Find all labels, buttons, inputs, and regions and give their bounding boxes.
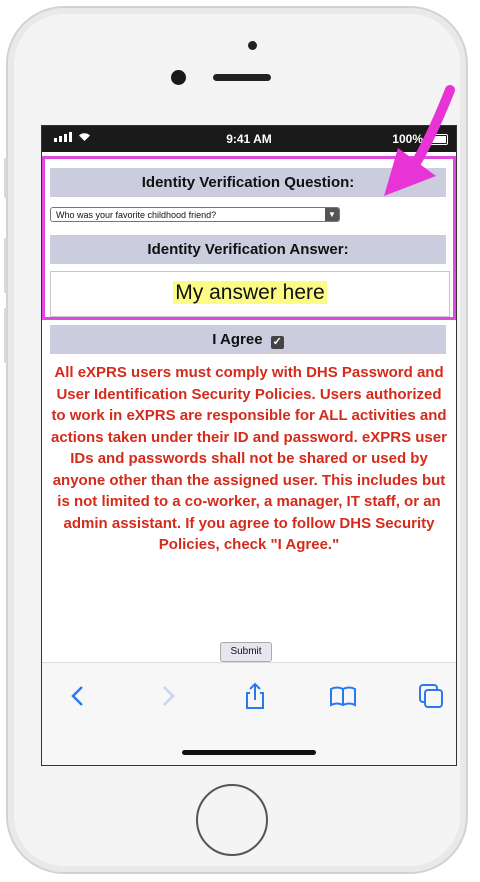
policy-text: All eXPRS users must comply with DHS Pas…: [51, 364, 447, 553]
side-button: [4, 308, 7, 363]
status-right: 100%: [392, 132, 448, 146]
battery-icon: [426, 133, 448, 145]
home-button[interactable]: [196, 784, 268, 856]
phone-screen: 9:41 AM 100% Identity Verification Quest…: [41, 125, 457, 766]
submit-button[interactable]: Submit: [220, 642, 272, 662]
share-icon[interactable]: [240, 681, 270, 711]
forward-icon[interactable]: [152, 681, 182, 711]
earpiece-speaker: [213, 74, 271, 81]
battery-percent: 100%: [392, 132, 423, 146]
front-sensor: [248, 41, 257, 50]
home-indicator: [182, 750, 316, 755]
agree-checkbox[interactable]: ✓: [270, 336, 284, 349]
back-icon[interactable]: [64, 681, 94, 711]
front-camera: [171, 70, 186, 85]
tabs-icon[interactable]: [416, 681, 446, 711]
side-button: [4, 158, 7, 198]
agree-label: I Agree: [212, 331, 263, 348]
browser-toolbar: [42, 662, 456, 765]
side-button: [4, 238, 7, 293]
status-bar: 9:41 AM 100%: [42, 126, 456, 152]
bookmarks-icon[interactable]: [328, 681, 358, 711]
annotation-highlight-box: [42, 156, 456, 320]
agree-row: I Agree ✓: [50, 325, 446, 354]
